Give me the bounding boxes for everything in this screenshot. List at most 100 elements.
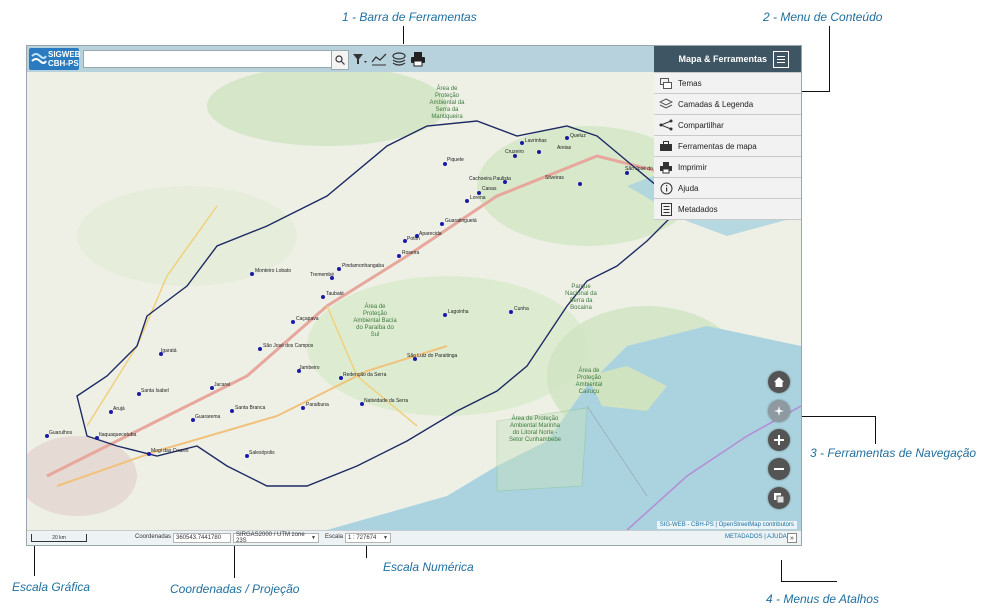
city-label: São José dos Campos <box>263 343 314 349</box>
city-label: Igaratá <box>161 348 177 354</box>
city-label: Natividade da Serra <box>364 398 409 404</box>
region-label-pn-bocaina: Parque Nacional da Serra da Bocaina <box>565 284 597 311</box>
menu-item-camadas-legenda[interactable]: Camadas & Legenda <box>654 93 801 114</box>
coordinates-label: Coordenadas : <box>135 534 175 540</box>
zoom-in-button[interactable] <box>768 429 790 451</box>
city-label: Roseira <box>402 250 420 256</box>
city-label: Guaratinguetá <box>445 218 477 224</box>
print-icon <box>411 52 425 67</box>
city-label: Salesópolis <box>249 450 275 456</box>
print-button[interactable] <box>409 50 427 68</box>
toolbar: SIGWEB CBH-PS <box>27 46 654 72</box>
chart-icon <box>371 53 387 66</box>
share-icon <box>659 119 673 131</box>
callout-line-numeric-scale <box>366 546 367 558</box>
print-icon <box>660 161 672 173</box>
city-label: Aparecida <box>419 231 442 237</box>
map-attribution[interactable]: SIG-WEB - CBH-PS | OpenStreetMap contrib… <box>656 521 797 529</box>
scale-dropdown-icon: ▼ <box>383 535 388 541</box>
content-menu-header[interactable]: Mapa & Ferramentas <box>654 46 801 72</box>
city-label: Canas <box>482 186 497 192</box>
basemap-button[interactable] <box>768 487 790 509</box>
search-input[interactable] <box>83 50 337 68</box>
callout-line-navigation-v <box>875 416 876 444</box>
callout-line-coordinates <box>234 546 235 578</box>
scale-label: Escala : <box>325 534 347 540</box>
region-label-apa-mantiqueira: Área de Proteção Ambiental da Serra da M… <box>429 86 465 120</box>
callout-navigation: 3 - Ferramentas de Navegação <box>810 446 977 460</box>
logo: SIGWEB CBH-PS <box>29 48 81 70</box>
menu-item-temas[interactable]: Temas <box>654 72 801 93</box>
city-label: Taubaté <box>326 291 344 297</box>
city-label: Guarulhos <box>49 430 73 436</box>
layers-stack-button[interactable] <box>390 50 408 68</box>
city-label: Silveiras <box>545 175 564 181</box>
callout-content-menu: 2 - Menu de Conteúdo <box>763 10 883 24</box>
filter-icon <box>353 54 367 64</box>
search-button[interactable] <box>331 50 349 70</box>
callout-line-content-menu-v <box>829 26 830 92</box>
menu-item-metadados[interactable]: Metadados <box>654 198 801 220</box>
shortcut-links[interactable]: METADADOS | AJUDA <box>725 534 787 540</box>
coordinates-field: 360543.7441780 <box>173 533 231 543</box>
region-label-apa-cunhambebe: Área de Proteção Ambiental Marinha do Li… <box>508 416 562 443</box>
callout-coordinates: Coordenadas / Projeção <box>170 582 300 596</box>
callout-line-graphic-scale <box>34 546 35 576</box>
city-label: Mogi das Cruzes <box>151 448 189 454</box>
menu-item-label: Compartilhar <box>678 120 724 130</box>
callout-line-shortcuts-v <box>781 560 782 582</box>
menu-item-label: Ajuda <box>678 183 699 193</box>
coordinates-value: 360543.7441780 <box>176 535 222 541</box>
callout-graphic-scale: Escala Gráfica <box>12 580 91 594</box>
city-label: Lagoinha <box>448 309 469 315</box>
logo-subtitle: CBH-PS <box>48 59 79 68</box>
city-label: Pindamonhangaba <box>342 263 384 269</box>
city-label: Tremembé <box>310 272 334 278</box>
menu-item-imprimir[interactable]: Imprimir <box>654 156 801 177</box>
city-label: Caçapava <box>296 316 319 322</box>
city-label: Redenção da Serra <box>343 372 387 378</box>
city-label: Cruzeiro <box>505 149 524 155</box>
projection-select[interactable]: SIRGAS2000 / UTM zone 23S ▼ <box>233 532 319 544</box>
home-icon <box>774 377 784 387</box>
city-label: Monteiro Lobato <box>255 268 292 274</box>
callout-line-navigation-h <box>800 416 876 417</box>
city-label: Santa Branca <box>235 405 266 411</box>
toolbox-icon <box>660 141 672 151</box>
home-button[interactable] <box>768 371 790 393</box>
filter-button[interactable] <box>351 50 369 68</box>
menu-item-compartilhar[interactable]: Compartilhar <box>654 114 801 135</box>
city-label: Lorena <box>470 195 486 201</box>
menu-item-ajuda[interactable]: Ajuda <box>654 177 801 198</box>
menu-item-label: Metadados <box>678 204 718 214</box>
double-chevron-right-icon: » <box>790 535 794 542</box>
zoom-out-icon <box>774 468 784 470</box>
callout-line-shortcuts-h <box>781 581 837 582</box>
themes-icon <box>660 77 672 89</box>
city-label: Queluz <box>570 133 586 139</box>
city-label: Piquete <box>447 157 464 163</box>
scale-select[interactable]: 1 : 727674 ▼ <box>345 533 391 543</box>
city-label: Areias <box>557 145 572 151</box>
callout-toolbar: 1 - Barra de Ferramentas <box>342 10 477 24</box>
shortcuts-toggle-button[interactable]: » <box>787 533 797 543</box>
menu-item-label: Camadas & Legenda <box>678 99 754 109</box>
scale-value: 1 : 727674 <box>348 535 377 541</box>
locate-button[interactable] <box>768 400 790 422</box>
callout-line-content-menu-h <box>800 91 830 92</box>
callout-numeric-scale: Escala Numérica <box>383 560 474 574</box>
city-label: Guararema <box>195 414 221 420</box>
content-menu-title: Mapa & Ferramentas <box>678 54 767 64</box>
logo-title: SIGWEB <box>48 50 81 59</box>
zoom-out-button[interactable] <box>768 458 790 480</box>
city-label: Lavrinhas <box>525 138 547 144</box>
logo-wave-icon <box>31 53 47 64</box>
chart-button[interactable] <box>370 50 388 68</box>
menu-icon[interactable] <box>773 51 789 68</box>
basemap-icon <box>774 493 785 504</box>
layers-icon <box>659 98 673 109</box>
city-label: Arujá <box>113 406 125 412</box>
menu-item-ferramentas-mapa[interactable]: Ferramentas de mapa <box>654 135 801 156</box>
locate-icon <box>774 406 784 416</box>
content-menu: Mapa & Ferramentas Temas Camadas & Legen… <box>654 46 801 220</box>
